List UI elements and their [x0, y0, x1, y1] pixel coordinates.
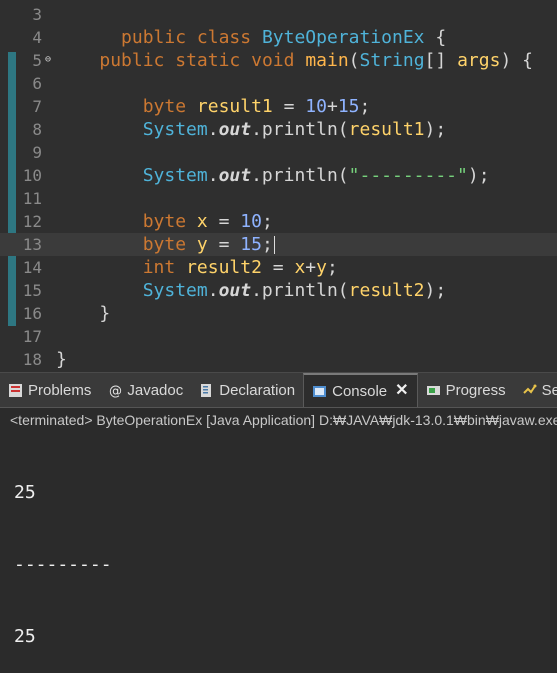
console-status-line: <terminated> ByteOperationEx [Java Appli…: [0, 408, 557, 433]
code-line-12[interactable]: 12 byte x = 10;: [0, 210, 557, 233]
line-number: 17: [22, 327, 42, 346]
code-line-9[interactable]: 9: [0, 141, 557, 164]
code-line-7[interactable]: 7 byte result1 = 10+15;: [0, 95, 557, 118]
progress-icon: [426, 383, 441, 398]
line-number: 3: [32, 5, 42, 24]
code-line-4[interactable]: 4: [0, 26, 557, 49]
tab-problems[interactable]: Problems: [0, 373, 99, 407]
tab-label: Servers: [541, 381, 557, 399]
line-number: 7: [32, 97, 42, 116]
tab-declaration[interactable]: Declaration: [191, 373, 303, 407]
line-number: 15: [22, 281, 42, 300]
tab-label: Declaration: [219, 381, 296, 399]
tab-label: Progress: [445, 381, 506, 399]
code-line-18[interactable]: 18 }: [0, 348, 557, 371]
tab-javadoc[interactable]: @ Javadoc: [99, 373, 191, 407]
code-line-15[interactable]: 15 System.out.println(result2);: [0, 279, 557, 302]
tab-servers[interactable]: Servers: [514, 373, 557, 407]
console-output-line: 25: [14, 626, 36, 647]
console-output-line: ---------: [14, 554, 112, 575]
code-line-6[interactable]: 6: [0, 72, 557, 95]
code-text: }: [56, 349, 67, 370]
line-number: 6: [32, 74, 42, 93]
code-line-10[interactable]: 10 System.out.println("---------");: [0, 164, 557, 187]
code-line-5[interactable]: 5 ⊖ public static void main(String[] arg…: [0, 49, 557, 72]
line-number: 18: [22, 350, 42, 369]
code-line-8[interactable]: 8 System.out.println(result1);: [0, 118, 557, 141]
console-icon: [312, 384, 327, 399]
line-number: 5: [32, 51, 42, 70]
bottom-panel-tabs: Problems @ Javadoc Declaration Console ✕…: [0, 372, 557, 408]
code-line-16[interactable]: 16 }: [0, 302, 557, 325]
tab-label: Problems: [28, 381, 92, 399]
declaration-icon: [199, 383, 214, 398]
code-line-14[interactable]: 14 int result2 = x+y;: [0, 256, 557, 279]
console-output-line: 25: [14, 482, 36, 503]
tab-console[interactable]: Console ✕: [303, 373, 418, 407]
code-line-17[interactable]: 17: [0, 325, 557, 348]
line-number: 9: [32, 143, 42, 162]
tab-label: Javadoc: [127, 381, 184, 399]
line-number: 8: [32, 120, 42, 139]
line-number: 4: [32, 28, 42, 47]
line-number: 10: [22, 166, 42, 185]
fold-icon[interactable]: ⊖: [45, 54, 51, 66]
close-icon[interactable]: ✕: [395, 383, 408, 399]
line-number: 13: [22, 235, 42, 254]
svg-text:@: @: [109, 384, 122, 398]
code-line-3[interactable]: 3 public class ByteOperationEx {: [0, 3, 557, 48]
line-number: 12: [22, 212, 42, 231]
code-editor[interactable]: 3 public class ByteOperationEx { 4 5 ⊖ p…: [0, 0, 557, 372]
line-number: 11: [22, 189, 42, 208]
tab-label: Console: [332, 382, 388, 400]
text-cursor: [273, 236, 275, 254]
console-output[interactable]: 25 --------- 25: [0, 433, 557, 647]
servers-icon: [522, 383, 537, 398]
line-number: 14: [22, 258, 42, 277]
code-line-11[interactable]: 11: [0, 187, 557, 210]
tab-progress[interactable]: Progress: [418, 373, 514, 407]
problems-icon: [8, 383, 23, 398]
line-number: 16: [22, 304, 42, 323]
code-line-13[interactable]: 13 byte y = 15;: [0, 233, 557, 256]
javadoc-icon: @: [107, 383, 122, 399]
